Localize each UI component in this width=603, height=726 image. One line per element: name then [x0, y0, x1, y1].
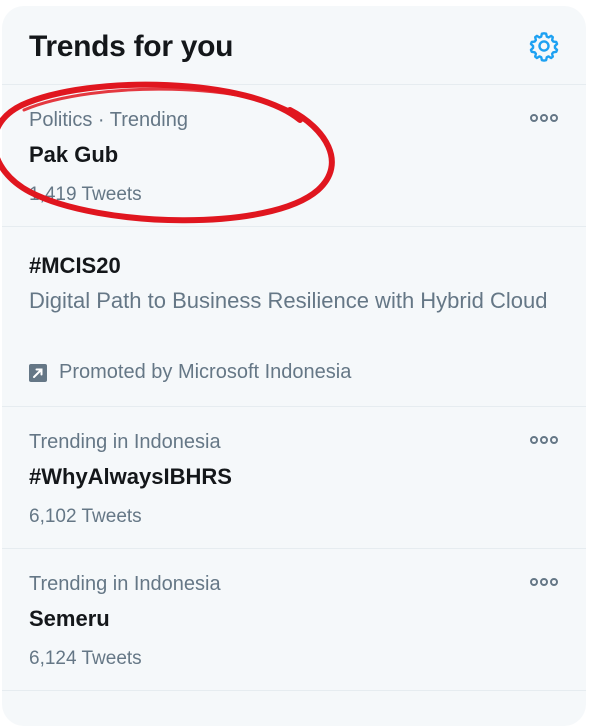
- trend-description: Digital Path to Business Resilience with…: [29, 288, 548, 313]
- trend-item[interactable]: Trending in Indonesia #WhyAlwaysIBHRS 6,…: [2, 407, 586, 549]
- more-options-icon[interactable]: [528, 575, 560, 589]
- trends-panel: Trends for you Politics · Trending Pak G…: [2, 6, 586, 726]
- trend-tweet-count: 6,124 Tweets: [29, 648, 142, 669]
- trend-context: Politics · Trending: [29, 109, 188, 131]
- trend-name: Semeru: [29, 606, 110, 631]
- trend-name: Pak Gub: [29, 142, 119, 167]
- trend-context: Trending in Indonesia: [29, 573, 221, 595]
- trend-item[interactable]: Politics · Trending Pak Gub 1,419 Tweets: [2, 85, 586, 227]
- trend-tweet-count: 1,419 Tweets: [29, 184, 142, 205]
- trends-title: Trends for you: [29, 30, 234, 63]
- trend-context: Trending in Indonesia: [29, 431, 221, 453]
- promoted-by-text: Promoted by Microsoft Indonesia: [59, 361, 352, 383]
- trends-header: Trends for you: [2, 6, 586, 85]
- trend-name: #MCIS20: [29, 253, 121, 278]
- gear-icon[interactable]: [528, 30, 560, 62]
- promoted-label: Promoted by Microsoft Indonesia: [29, 361, 351, 384]
- more-options-icon[interactable]: [528, 433, 560, 447]
- trend-name: #WhyAlwaysIBHRS: [29, 464, 232, 489]
- trend-tweet-count: 6,102 Tweets: [29, 506, 142, 527]
- promoted-icon: [29, 363, 47, 382]
- trend-item[interactable]: Trending in Indonesia Semeru 6,124 Tweet…: [2, 549, 586, 691]
- more-options-icon[interactable]: [528, 111, 560, 125]
- promoted-trend-item[interactable]: #MCIS20 Digital Path to Business Resilie…: [2, 227, 586, 407]
